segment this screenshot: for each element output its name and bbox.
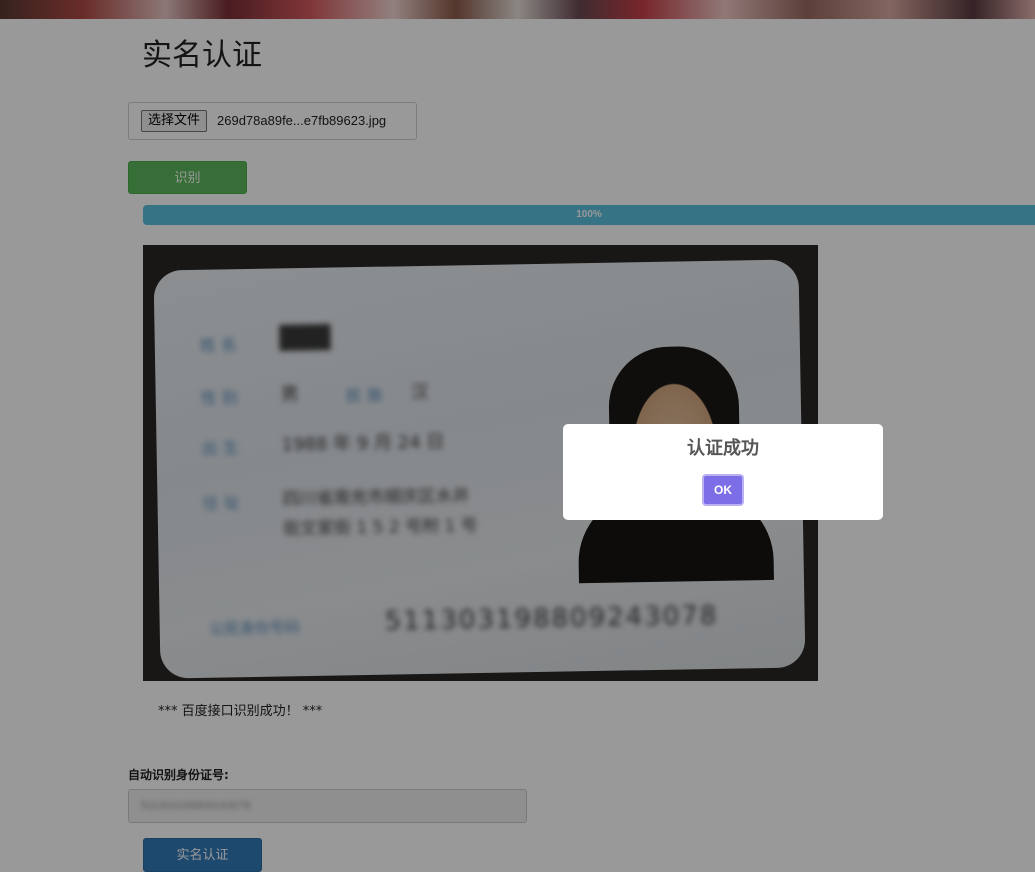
success-dialog: 认证成功 OK xyxy=(563,424,883,520)
ok-button[interactable]: OK xyxy=(702,474,744,506)
success-dialog-title: 认证成功 xyxy=(687,438,759,459)
modal-overlay[interactable]: 认证成功 OK xyxy=(0,0,1035,872)
